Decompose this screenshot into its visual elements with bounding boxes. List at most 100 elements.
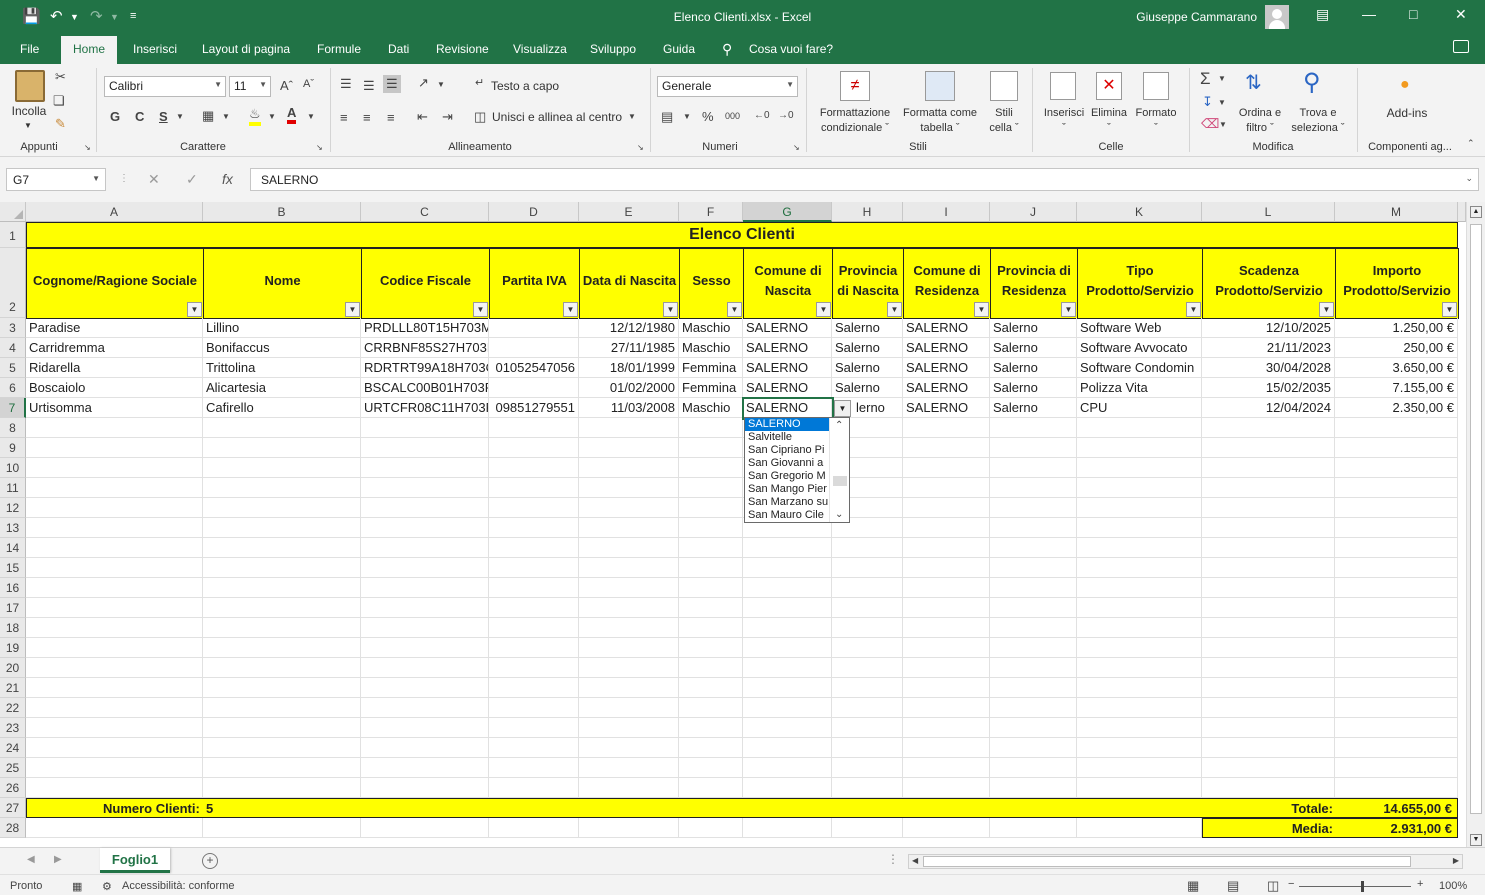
grid-cell[interactable] (743, 758, 832, 778)
grid-cell[interactable] (579, 478, 679, 498)
grid-cell[interactable] (1077, 578, 1202, 598)
fill-dropdown-icon[interactable]: ▼ (1218, 98, 1226, 107)
column-header-l[interactable]: L (1202, 202, 1335, 222)
page-break-view-icon[interactable]: ◫ (1267, 878, 1279, 894)
grid-cell[interactable] (743, 538, 832, 558)
grid-cell[interactable] (26, 778, 203, 798)
tab-developer[interactable]: Sviluppo (590, 42, 636, 56)
grid-cell[interactable] (903, 698, 990, 718)
header-cell[interactable]: Importo Prodotto/Servizio ▼ (1335, 248, 1459, 319)
header-cell[interactable]: Codice Fiscale ▼ (361, 248, 490, 319)
grid-cell[interactable] (489, 438, 579, 458)
grid-cell[interactable] (832, 678, 903, 698)
grid-cell[interactable] (26, 658, 203, 678)
grid-cell[interactable] (903, 538, 990, 558)
grid-cell[interactable] (203, 538, 361, 558)
grid-cell[interactable] (26, 618, 203, 638)
row-header-2[interactable]: 2 (0, 248, 26, 318)
grid-cell[interactable] (743, 618, 832, 638)
add-sheet-icon[interactable]: + (202, 853, 218, 869)
column-header-i[interactable]: I (903, 202, 990, 222)
row-header-7[interactable]: 7 (0, 398, 26, 418)
grid-cell[interactable] (903, 418, 990, 438)
row-header-9[interactable]: 9 (0, 438, 26, 458)
insert-cells-button[interactable]: Inserisci ˇ (1040, 106, 1088, 136)
table-cell[interactable]: 12/12/1980 (579, 318, 679, 338)
accounting-format-icon[interactable]: ▤ (661, 109, 673, 125)
table-cell[interactable]: Trittolina (203, 358, 361, 378)
column-header-n[interactable] (1458, 202, 1466, 222)
grid-cell[interactable] (743, 738, 832, 758)
row-header-16[interactable]: 16 (0, 578, 26, 598)
grid-cell[interactable] (990, 438, 1077, 458)
grid-cell[interactable] (990, 758, 1077, 778)
row-header-19[interactable]: 19 (0, 638, 26, 658)
increase-indent-icon[interactable]: ⇥ (442, 109, 453, 125)
grid-cell[interactable] (579, 438, 679, 458)
grid-cell[interactable] (489, 478, 579, 498)
grid-cell[interactable] (903, 618, 990, 638)
increase-decimal-icon[interactable]: ←0 (754, 110, 770, 121)
align-bottom-icon[interactable]: ☰ (383, 75, 401, 93)
table-cell[interactable]: Alicartesia (203, 378, 361, 398)
font-size-select[interactable]: 11 ▼ (229, 76, 271, 97)
grid-cell[interactable] (990, 458, 1077, 478)
grid-cell[interactable] (26, 698, 203, 718)
align-center-icon[interactable]: ≡ (363, 110, 371, 125)
grid-cell[interactable] (361, 778, 489, 798)
grid-cell[interactable] (743, 578, 832, 598)
align-middle-icon[interactable]: ☰ (363, 78, 375, 94)
grid-cell[interactable] (903, 738, 990, 758)
header-cell[interactable]: Scadenza Prodotto/Servizio ▼ (1202, 248, 1336, 319)
row-header-27[interactable]: 27 (0, 798, 26, 818)
table-cell[interactable]: 27/11/1985 (579, 338, 679, 358)
grid-cell[interactable] (203, 758, 361, 778)
row-header-12[interactable]: 12 (0, 498, 26, 518)
table-cell[interactable] (489, 338, 579, 358)
grid-cell[interactable] (203, 458, 361, 478)
grid-cell[interactable] (26, 558, 203, 578)
page-layout-view-icon[interactable]: ▤ (1227, 878, 1239, 894)
row-header-13[interactable]: 13 (0, 518, 26, 538)
grid-cell[interactable] (579, 718, 679, 738)
minimize-icon[interactable]: — (1362, 6, 1376, 22)
grid-cell[interactable] (489, 458, 579, 478)
grid-cell[interactable] (1335, 778, 1458, 798)
delete-cells-button[interactable]: Elimina ˇ (1087, 106, 1131, 136)
grid-cell[interactable] (832, 578, 903, 598)
grid-cell[interactable] (361, 558, 489, 578)
addins-icon[interactable]: ● (1400, 76, 1410, 94)
grid-cell[interactable] (26, 818, 203, 838)
grid-cell[interactable] (1077, 638, 1202, 658)
table-cell[interactable]: 12/10/2025 (1202, 318, 1335, 338)
find-select-icon[interactable]: ⚲ (1303, 68, 1321, 97)
grid-cell[interactable] (1202, 718, 1335, 738)
grid-cell[interactable] (1202, 778, 1335, 798)
grid-cell[interactable] (1335, 658, 1458, 678)
grid-cell[interactable] (679, 598, 743, 618)
confirm-entry-icon[interactable]: ✓ (186, 171, 198, 188)
italic-button[interactable]: C (135, 109, 144, 124)
grid-cell[interactable] (361, 638, 489, 658)
scroll-right-icon[interactable]: ▶ (1453, 856, 1459, 865)
grid-cell[interactable] (679, 718, 743, 738)
conditional-formatting-icon[interactable]: ≠ (840, 71, 870, 101)
grid-cell[interactable] (1202, 418, 1335, 438)
grid-cell[interactable] (1077, 778, 1202, 798)
grid-cell[interactable] (579, 818, 679, 838)
header-cell[interactable]: Provincia di Nascita ▼ (832, 248, 904, 319)
grid-cell[interactable] (1202, 558, 1335, 578)
row-header-24[interactable]: 24 (0, 738, 26, 758)
copy-icon[interactable]: ❏ (53, 93, 65, 109)
delete-cells-icon[interactable]: ✕ (1096, 72, 1122, 100)
row-header-18[interactable]: 18 (0, 618, 26, 638)
grid-cell[interactable] (832, 558, 903, 578)
grid-cell[interactable] (1202, 458, 1335, 478)
grid-cell[interactable] (361, 658, 489, 678)
grid-cell[interactable] (1335, 418, 1458, 438)
grid-cell[interactable] (832, 718, 903, 738)
grid-cell[interactable] (579, 738, 679, 758)
filter-dropdown-icon[interactable]: ▼ (187, 302, 202, 317)
grid-cell[interactable] (832, 638, 903, 658)
grid-cell[interactable] (489, 678, 579, 698)
